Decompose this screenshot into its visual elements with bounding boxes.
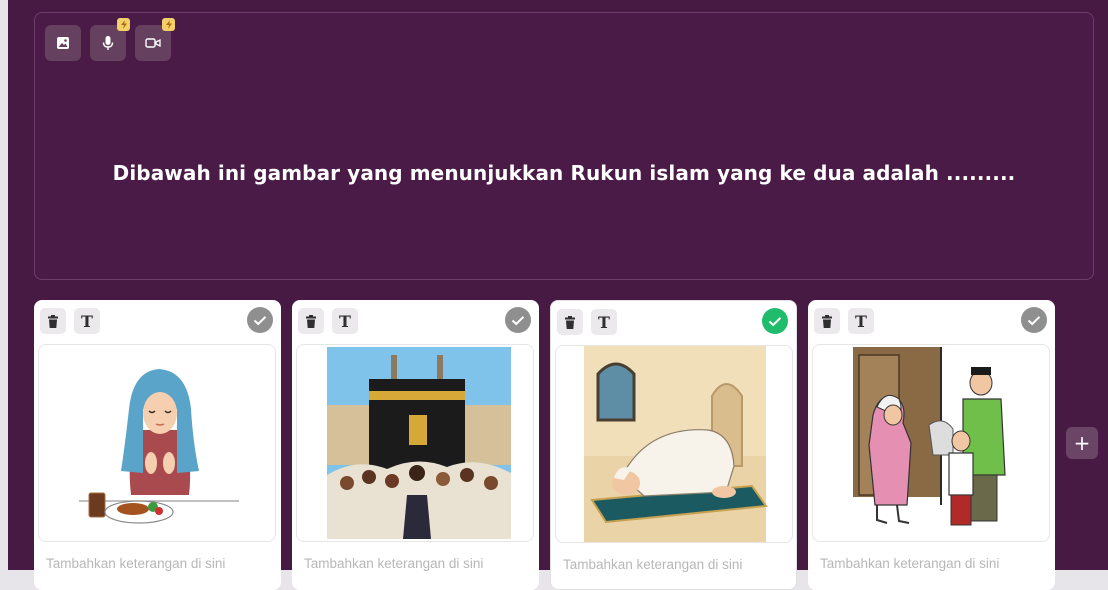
delete-option-button[interactable] [814, 308, 840, 334]
delete-option-button[interactable] [40, 308, 66, 334]
mark-correct-toggle[interactable] [1021, 307, 1047, 333]
option-card[interactable]: T Tambahkan keterangan di sini [550, 300, 797, 590]
option-caption[interactable]: Tambahkan keterangan di sini [304, 556, 483, 571]
option-card[interactable]: T Tambahkan keterangan di sini [34, 300, 281, 590]
option-image[interactable] [812, 344, 1050, 542]
charity-illustration [853, 347, 1006, 526]
question-text[interactable]: Dibawah ini gambar yang menunjukkan Ruku… [35, 161, 1093, 185]
option-card[interactable]: T Tambahkan keterangan di sini [808, 300, 1055, 590]
add-video-button[interactable] [135, 18, 175, 61]
girl-eating-illustration [79, 369, 239, 524]
add-audio-button[interactable] [90, 18, 130, 61]
image-icon [57, 37, 69, 49]
checkmark-icon [1027, 315, 1041, 325]
lightning-icon [120, 20, 127, 29]
quiz-editor: Dibawah ini gambar yang menunjukkan Ruku… [8, 0, 1108, 590]
text-mode-button[interactable]: T [591, 309, 617, 335]
video-icon [145, 38, 161, 48]
option-caption[interactable]: Tambahkan keterangan di sini [46, 556, 225, 571]
add-option-button[interactable]: + [1066, 427, 1098, 459]
checkmark-icon [511, 315, 525, 325]
checkmark-icon [768, 316, 782, 326]
mark-correct-toggle[interactable] [762, 308, 788, 334]
microphone-icon [102, 36, 114, 50]
option-image[interactable] [38, 344, 276, 542]
trash-icon [48, 314, 58, 328]
option-card[interactable]: T Tambahkan keterangan di sini [292, 300, 539, 590]
text-mode-button[interactable]: T [332, 308, 358, 334]
option-caption[interactable]: Tambahkan keterangan di sini [820, 556, 999, 571]
premium-badge [162, 18, 175, 31]
trash-icon [565, 315, 575, 329]
delete-option-button[interactable] [557, 309, 583, 335]
mark-correct-toggle[interactable] [247, 307, 273, 333]
text-mode-button[interactable]: T [848, 308, 874, 334]
option-image[interactable] [296, 344, 534, 542]
checkmark-icon [253, 315, 267, 325]
option-image[interactable] [555, 345, 793, 543]
trash-icon [822, 314, 832, 328]
trash-icon [306, 314, 316, 328]
kaaba-illustration [327, 347, 511, 539]
prostrating-man-illustration [584, 346, 768, 542]
text-mode-button[interactable]: T [74, 308, 100, 334]
mark-correct-toggle[interactable] [505, 307, 531, 333]
question-panel[interactable]: Dibawah ini gambar yang menunjukkan Ruku… [34, 12, 1094, 280]
delete-option-button[interactable] [298, 308, 324, 334]
premium-badge [117, 18, 130, 31]
lightning-icon [165, 20, 172, 29]
add-image-button[interactable] [45, 25, 81, 61]
